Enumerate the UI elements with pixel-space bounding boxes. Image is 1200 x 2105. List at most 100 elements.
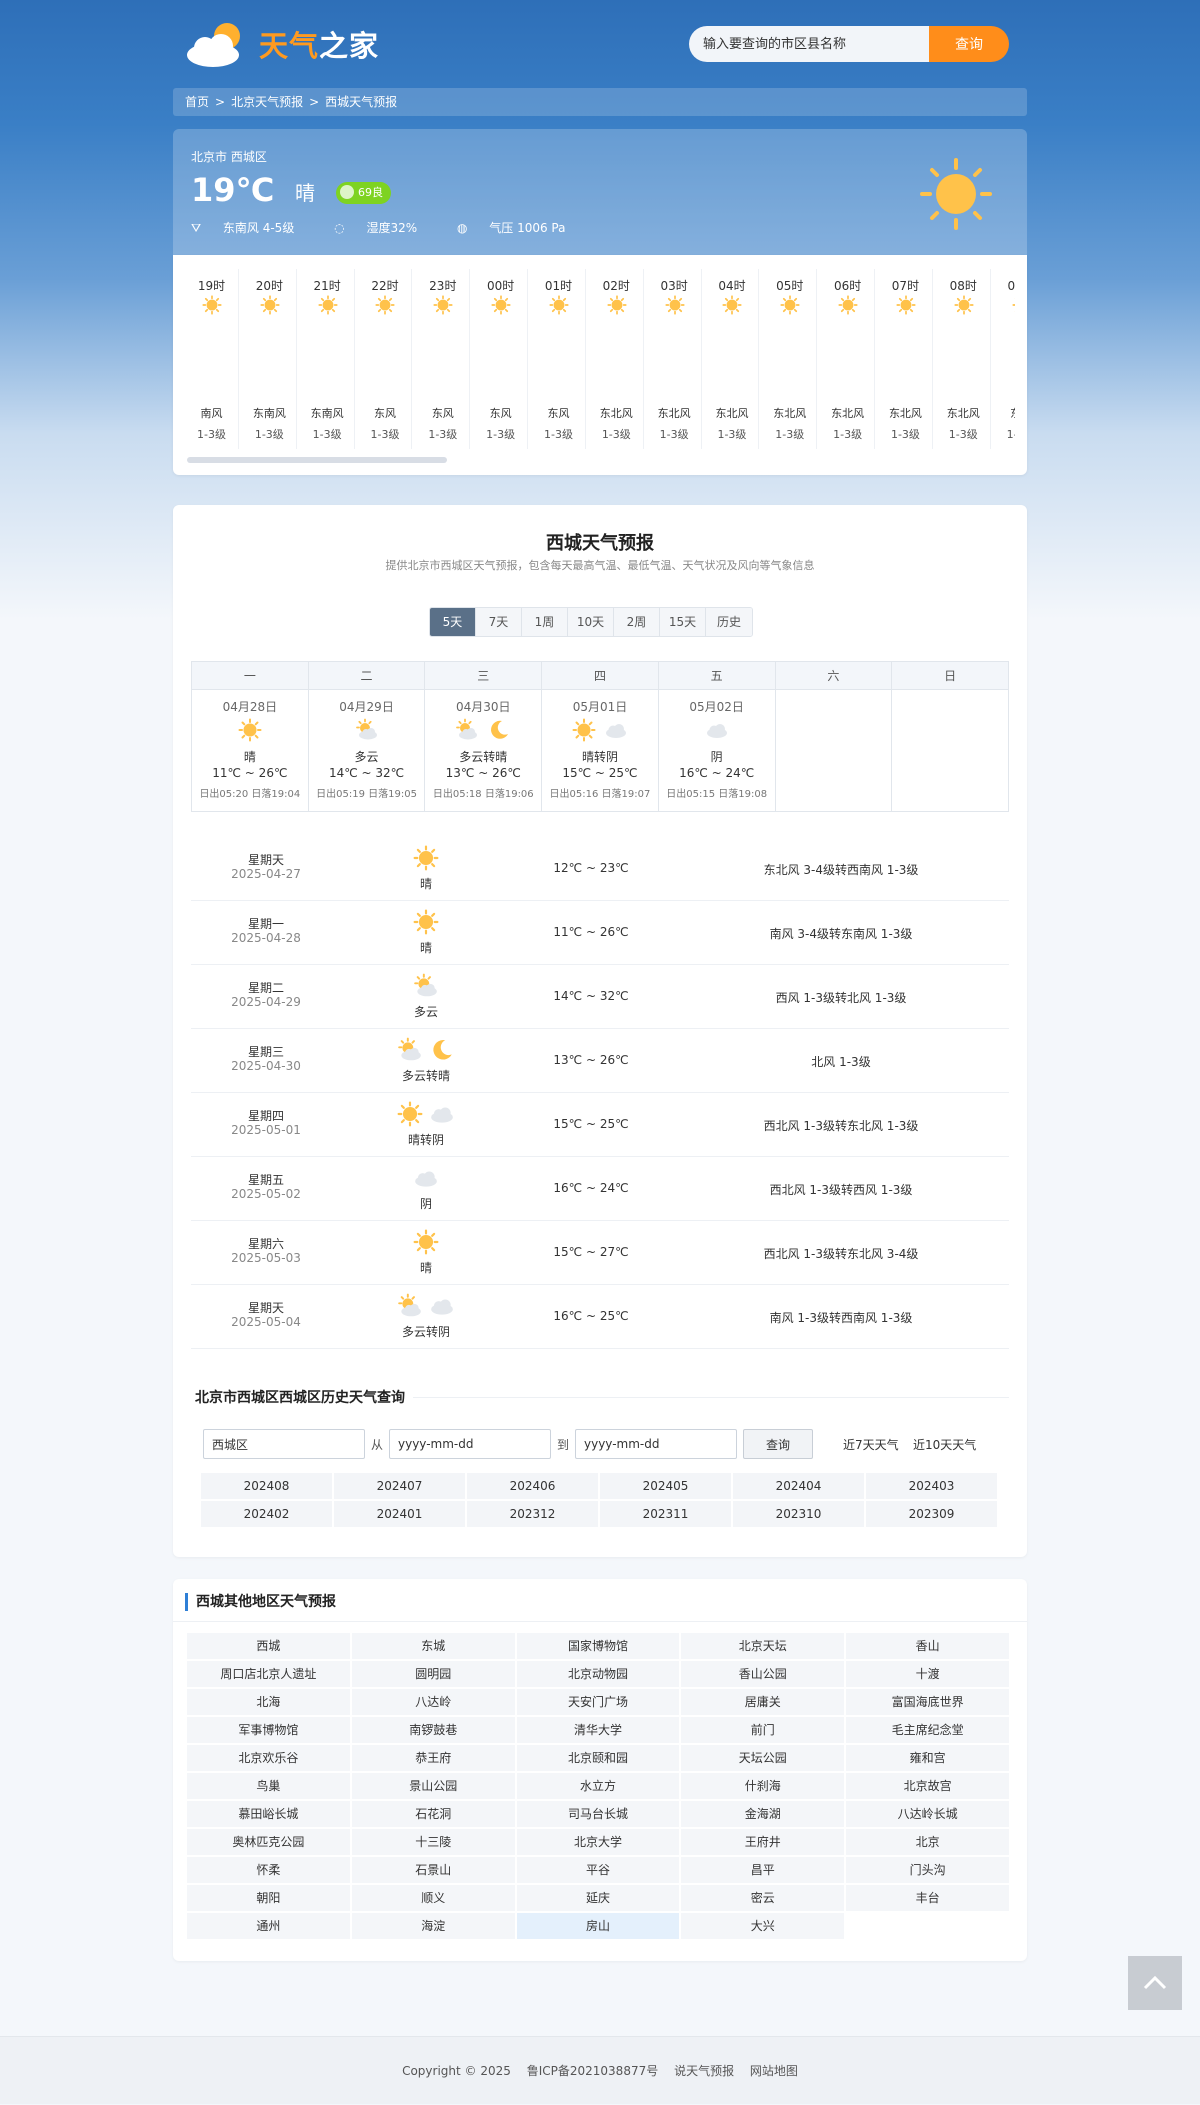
area-link[interactable]: 朝阳: [187, 1885, 350, 1911]
area-link[interactable]: 八达岭: [351, 1689, 515, 1715]
area-link[interactable]: 北海: [187, 1689, 350, 1715]
area-link[interactable]: 前门: [681, 1717, 845, 1743]
area-link[interactable]: 富国海底世界: [846, 1689, 1009, 1715]
area-link[interactable]: 天安门广场: [516, 1689, 680, 1715]
area-link[interactable]: 大兴: [681, 1913, 845, 1939]
history-area-input[interactable]: [203, 1429, 365, 1459]
back-to-top-button[interactable]: [1128, 1956, 1182, 2010]
forecast-row[interactable]: 星期五 2025-05-02 阴 16℃ ~ 24℃ 西北风 1-3级转西风 1…: [191, 1157, 1009, 1221]
area-link[interactable]: 鸟巢: [187, 1773, 350, 1799]
tab-1[interactable]: 7天: [476, 608, 522, 636]
tab-4[interactable]: 2周: [614, 608, 660, 636]
area-link[interactable]: 毛主席纪念堂: [846, 1717, 1009, 1743]
tab-5[interactable]: 15天: [660, 608, 706, 636]
area-link[interactable]: 平谷: [516, 1857, 680, 1883]
area-link[interactable]: 奥林匹克公园: [187, 1829, 350, 1855]
history-month-link[interactable]: 202404: [733, 1473, 864, 1499]
area-link[interactable]: 周口店北京人遗址: [187, 1661, 350, 1687]
area-link[interactable]: 十三陵: [351, 1829, 515, 1855]
calendar-cell[interactable]: 04月29日 多云 14℃ ~ 32℃ 日出05:19 日落19:05: [307, 689, 426, 812]
history-month-link[interactable]: 202406: [467, 1473, 598, 1499]
history-month-link[interactable]: 202309: [866, 1501, 997, 1527]
history-query-button[interactable]: 查询: [743, 1429, 813, 1459]
area-link[interactable]: 北京动物园: [516, 1661, 680, 1687]
calendar-cell[interactable]: 04月28日 晴 11℃ ~ 26℃ 日出05:20 日落19:04: [191, 689, 309, 812]
area-link[interactable]: 什刹海: [681, 1773, 845, 1799]
area-link[interactable]: 房山: [516, 1913, 680, 1939]
area-link[interactable]: 北京颐和园: [516, 1745, 680, 1771]
area-link[interactable]: 雍和宫: [846, 1745, 1009, 1771]
footer-link-sitemap[interactable]: 网站地图: [750, 2064, 798, 2078]
area-link[interactable]: 天坛公园: [681, 1745, 845, 1771]
area-link[interactable]: 西城: [187, 1633, 350, 1659]
area-link[interactable]: 北京: [846, 1829, 1009, 1855]
history-month-link[interactable]: 202407: [334, 1473, 465, 1499]
area-link[interactable]: 清华大学: [516, 1717, 680, 1743]
area-link[interactable]: 密云: [681, 1885, 845, 1911]
history-month-link[interactable]: 202403: [866, 1473, 997, 1499]
area-link[interactable]: 水立方: [516, 1773, 680, 1799]
hourly-forecast[interactable]: 19时 南风 1-3级 20时 东南风 1-3级 21时 东南风 1-3级 22…: [173, 255, 1027, 475]
area-link[interactable]: 香山公园: [681, 1661, 845, 1687]
forecast-row[interactable]: 星期三 2025-04-30 多云转晴 13℃ ~ 26℃ 北风 1-3级: [191, 1029, 1009, 1093]
area-link[interactable]: 十渡: [846, 1661, 1009, 1687]
area-link[interactable]: 景山公园: [351, 1773, 515, 1799]
area-link[interactable]: 延庆: [516, 1885, 680, 1911]
forecast-row[interactable]: 星期天 2025-05-04 多云转阴 16℃ ~ 25℃ 南风 1-3级转西南…: [191, 1285, 1009, 1349]
breadcrumb-item[interactable]: 首页: [185, 95, 209, 109]
history-month-link[interactable]: 202312: [467, 1501, 598, 1527]
tab-0[interactable]: 5天: [430, 608, 476, 636]
aqi-badge[interactable]: 69良: [336, 182, 391, 204]
footer-link-forecast[interactable]: 说天气预报: [674, 2064, 734, 2078]
last-7-days-link[interactable]: 近7天天气: [843, 1436, 899, 1453]
area-link[interactable]: 王府井: [681, 1829, 845, 1855]
history-month-link[interactable]: 202311: [600, 1501, 731, 1527]
area-link[interactable]: 国家博物馆: [516, 1633, 680, 1659]
area-link[interactable]: 石景山: [351, 1857, 515, 1883]
area-link[interactable]: 北京大学: [516, 1829, 680, 1855]
area-link[interactable]: 怀柔: [187, 1857, 350, 1883]
area-link[interactable]: 南锣鼓巷: [351, 1717, 515, 1743]
history-end-date-input[interactable]: [575, 1429, 737, 1459]
area-link[interactable]: 圆明园: [351, 1661, 515, 1687]
forecast-row[interactable]: 星期二 2025-04-29 多云 14℃ ~ 32℃ 西风 1-3级转北风 1…: [191, 965, 1009, 1029]
area-link[interactable]: 司马台长城: [516, 1801, 680, 1827]
last-10-days-link[interactable]: 近10天天气: [913, 1436, 976, 1453]
area-link[interactable]: 八达岭长城: [846, 1801, 1009, 1827]
area-link[interactable]: 顺义: [351, 1885, 515, 1911]
history-start-date-input[interactable]: [389, 1429, 551, 1459]
tab-6[interactable]: 历史: [706, 608, 752, 636]
area-link[interactable]: 海淀: [351, 1913, 515, 1939]
search-button[interactable]: 查询: [929, 26, 1009, 62]
area-link[interactable]: 门头沟: [846, 1857, 1009, 1883]
search-input[interactable]: [689, 26, 929, 62]
forecast-row[interactable]: 星期四 2025-05-01 晴转阴 15℃ ~ 25℃ 西北风 1-3级转东北…: [191, 1093, 1009, 1157]
tab-3[interactable]: 10天: [568, 608, 614, 636]
history-month-link[interactable]: 202402: [201, 1501, 332, 1527]
area-link[interactable]: 丰台: [846, 1885, 1009, 1911]
history-month-link[interactable]: 202408: [201, 1473, 332, 1499]
icp-link[interactable]: 鲁ICP备2021038877号: [527, 2064, 659, 2078]
calendar-cell[interactable]: 04月30日 多云转晴 13℃ ~ 26℃ 日出05:18 日落19:06: [424, 689, 543, 812]
history-month-link[interactable]: 202310: [733, 1501, 864, 1527]
hourly-list[interactable]: 19时 南风 1-3级 20时 东南风 1-3级 21时 东南风 1-3级 22…: [185, 269, 1015, 449]
history-month-link[interactable]: 202405: [600, 1473, 731, 1499]
area-link[interactable]: 北京天坛: [681, 1633, 845, 1659]
area-link[interactable]: 北京故宫: [846, 1773, 1009, 1799]
history-month-link[interactable]: 202401: [334, 1501, 465, 1527]
forecast-row[interactable]: 星期天 2025-04-27 晴 12℃ ~ 23℃ 东北风 3-4级转西南风 …: [191, 837, 1009, 901]
area-link[interactable]: 军事博物馆: [187, 1717, 350, 1743]
calendar-cell[interactable]: 05月01日 晴转阴 15℃ ~ 25℃ 日出05:16 日落19:07: [541, 689, 659, 812]
breadcrumb-item[interactable]: 北京天气预报: [231, 95, 303, 109]
area-link[interactable]: 香山: [846, 1633, 1009, 1659]
area-link[interactable]: 金海湖: [681, 1801, 845, 1827]
site-logo[interactable]: 天气之家: [183, 20, 383, 70]
forecast-row[interactable]: 星期一 2025-04-28 晴 11℃ ~ 26℃ 南风 3-4级转东南风 1…: [191, 901, 1009, 965]
area-link[interactable]: 东城: [351, 1633, 515, 1659]
area-link[interactable]: 昌平: [681, 1857, 845, 1883]
forecast-row[interactable]: 星期六 2025-05-03 晴 15℃ ~ 27℃ 西北风 1-3级转东北风 …: [191, 1221, 1009, 1285]
hourly-scrollbar[interactable]: [187, 457, 447, 463]
area-link[interactable]: 石花洞: [351, 1801, 515, 1827]
area-link[interactable]: 北京欢乐谷: [187, 1745, 350, 1771]
tab-2[interactable]: 1周: [522, 608, 568, 636]
